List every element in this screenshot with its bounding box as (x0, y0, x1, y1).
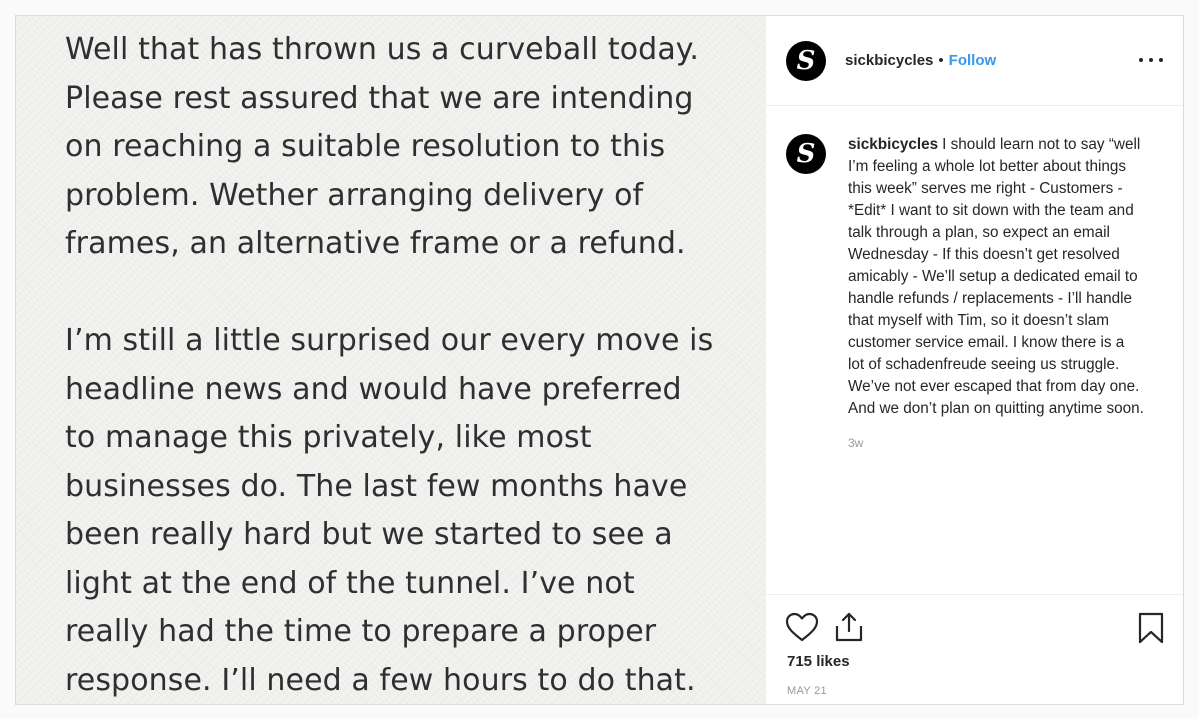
comment-text: I should learn not to say “well I’m feel… (848, 136, 1144, 417)
avatar[interactable]: S (786, 40, 826, 81)
image-text-line: I’m still a little surprised our every m… (65, 323, 714, 358)
post-date[interactable]: MAY 21 (787, 685, 827, 697)
username-link[interactable]: sickbicycles (845, 52, 933, 69)
image-text-line: headline news and would have preferred (65, 371, 682, 407)
instagram-post: Well that has thrown us a curveball toda… (15, 15, 1184, 705)
post-actions: 715 likes MAY 21 (766, 594, 1183, 706)
image-text-line: on reaching a suitable resolution to thi… (65, 129, 666, 164)
post-header: S sickbicycles • Follow (766, 16, 1183, 106)
image-text-line: really had the time to prepare a proper (65, 614, 657, 649)
image-text-line: Please rest assured that we are intendin… (65, 80, 694, 116)
likes-count[interactable]: 715 likes (787, 653, 850, 670)
avatar-logo: S (796, 139, 816, 169)
comment-body: sickbicycles I should learn not to say “w… (848, 134, 1144, 420)
follow-button[interactable]: Follow (949, 52, 997, 69)
share-icon[interactable] (833, 611, 865, 643)
image-text-line: to manage this privately, like most (65, 420, 592, 455)
more-dot (1159, 58, 1163, 62)
heart-icon[interactable] (785, 612, 819, 642)
separator-dot: • (938, 52, 944, 69)
comment-username-link[interactable]: sickbicycles (848, 136, 938, 153)
image-text-line: problem. Wether arranging delivery of (65, 177, 644, 213)
image-text-line: response. I’ll need a few hours to do th… (65, 662, 696, 698)
image-text-line: been really hard but we started to see a (65, 517, 673, 552)
image-text-line: businesses do. The last few months have (65, 468, 688, 504)
caption-comment: S sickbicycles I should learn not to say … (786, 134, 1163, 450)
avatar-logo: S (796, 45, 816, 76)
image-text-line: frames, an alternative frame or a refund… (65, 226, 686, 261)
more-options-icon[interactable] (1139, 50, 1163, 70)
image-text-line: light at the end of the tunnel. I’ve not (65, 565, 635, 601)
image-text-line: Well that has thrown us a curveball toda… (65, 32, 700, 67)
bookmark-icon[interactable] (1137, 612, 1165, 644)
post-image[interactable]: Well that has thrown us a curveball toda… (16, 16, 765, 704)
comment-avatar[interactable]: S (786, 134, 826, 174)
post-image-text: Well that has thrown us a curveball toda… (65, 26, 745, 704)
more-dot (1139, 58, 1143, 62)
comment-timestamp[interactable]: 3w (848, 436, 1163, 450)
more-dot (1149, 58, 1153, 62)
post-sidebar: S sickbicycles • Follow S sickbicycles I … (765, 16, 1183, 704)
